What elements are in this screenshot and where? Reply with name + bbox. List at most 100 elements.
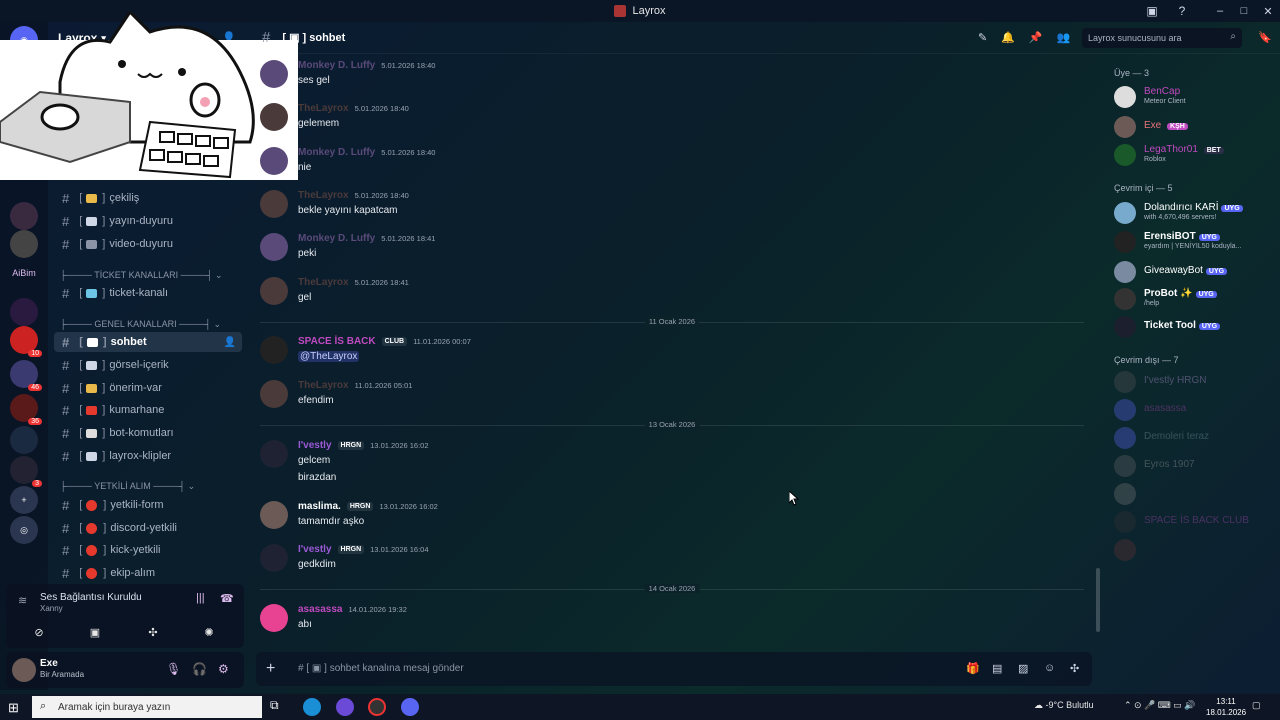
inbox-icon[interactable]: ▣ <box>1144 3 1160 19</box>
category-label: GENEL KANALLARI <box>94 319 177 329</box>
user-mention[interactable]: @TheLayrox <box>298 351 360 362</box>
member-list-icon[interactable]: 👥 <box>1057 31 1071 44</box>
screen-share-icon[interactable]: ▣ <box>86 624 104 640</box>
sticker-icon[interactable]: ▨ <box>1018 662 1028 675</box>
author-name[interactable]: Monkey D. Luffy <box>298 147 375 158</box>
member-item[interactable]: Dolandırıcı KARİ UYG with 4,670,496 server… <box>1114 200 1278 226</box>
member-item[interactable]: Eyros 1907 <box>1114 453 1278 479</box>
help-icon[interactable]: ? <box>1174 3 1190 19</box>
discord-icon[interactable] <box>401 698 419 716</box>
channel-item-sohbet[interactable]: #[] sohbet 👤 <box>54 332 242 352</box>
task-view-icon[interactable]: ⧉ <box>270 698 288 716</box>
category-genel[interactable]: ├──── GENEL KANALLARI ────┤ ⌄ <box>60 319 221 330</box>
emoji-icon[interactable]: ☺ <box>1044 662 1055 674</box>
apps-icon[interactable]: ✣ <box>1070 662 1079 675</box>
soundboard-icon[interactable]: ✺ <box>200 624 218 640</box>
member-item[interactable]: SPACE İS BACK CLUB <box>1114 509 1278 535</box>
noise-suppression-icon[interactable]: ||| <box>196 592 205 604</box>
member-item[interactable]: I'vestly HRGN <box>1114 369 1278 395</box>
server-icon[interactable] <box>10 230 38 258</box>
notifications-icon[interactable]: ▢ <box>1252 700 1261 711</box>
author-name[interactable]: TheLayrox <box>298 103 349 114</box>
clock[interactable]: 13:11 18.01.2026 <box>1206 696 1246 718</box>
threads-icon[interactable]: ✎ <box>978 31 987 44</box>
member-item[interactable]: GiveawayBot UYG <box>1114 259 1278 285</box>
channel-item[interactable]: #[] önerim-var <box>54 378 242 398</box>
message-composer[interactable]: + # [ ▣ ] sohbet kanalına mesaj gönder 🎁… <box>256 652 1092 686</box>
gif-icon[interactable]: ▤ <box>992 662 1002 675</box>
author-name[interactable]: I'vestly <box>298 440 332 451</box>
author-name[interactable]: maslima. <box>298 501 341 512</box>
member-item[interactable]: asasassa <box>1114 397 1278 423</box>
voice-status[interactable]: Ses Bağlantısı Kuruldu <box>40 592 142 603</box>
member-item[interactable]: ErensiBOT UYG eyardım | YENİYIL50 koduyla.… <box>1114 229 1278 255</box>
discover-icon[interactable]: ◎ <box>10 516 38 544</box>
settings-gear-icon[interactable]: ⚙ <box>218 662 229 676</box>
pin-icon[interactable]: 📌 <box>1029 31 1043 44</box>
chat-scrollbar[interactable] <box>1096 568 1100 632</box>
author-name[interactable]: TheLayrox <box>298 277 349 288</box>
member-item[interactable] <box>1114 481 1278 507</box>
channel-item[interactable]: #[] layrox-klipler <box>54 446 242 466</box>
disconnect-icon[interactable]: ☎ <box>220 592 234 605</box>
search-input[interactable]: Layrox sunucusunu ara ⌕ <box>1082 28 1242 48</box>
member-item[interactable]: BenCap Meteor Client <box>1114 84 1278 110</box>
channel-item[interactable]: #[] kick-yetkili <box>54 540 242 560</box>
channel-item[interactable]: #[] yayın-duyuru <box>54 211 242 231</box>
app-icon[interactable] <box>336 698 354 716</box>
windows-start-icon[interactable]: ⊞ <box>8 700 19 716</box>
server-icon[interactable]: 10 <box>10 326 42 357</box>
channel-item[interactable]: #[] ticket-kanalı <box>54 283 242 303</box>
member-item[interactable]: LegaThor01 BET Roblox <box>1114 142 1278 168</box>
app-icon[interactable] <box>368 698 386 716</box>
avatar[interactable] <box>12 658 36 682</box>
author-name[interactable]: TheLayrox <box>298 380 349 391</box>
edge-icon[interactable] <box>303 698 321 716</box>
category-ticket[interactable]: ├──── TİCKET KANALLARI ────┤ ⌄ <box>60 270 223 281</box>
camera-off-icon[interactable]: ⊘ <box>30 624 48 640</box>
channel-item[interactable]: #[] görsel-içerik <box>54 355 242 375</box>
channel-item[interactable]: #[] bot-komutları <box>54 423 242 443</box>
author-name[interactable]: TheLayrox <box>298 190 349 201</box>
member-item[interactable]: Demoleri teraz <box>1114 425 1278 451</box>
maximize-button[interactable]: □ <box>1232 0 1256 22</box>
author-name[interactable]: Monkey D. Luffy <box>298 60 375 71</box>
channel-item[interactable]: #[] çekiliş <box>54 188 242 208</box>
channel-item[interactable]: #[] video-duyuru <box>54 234 242 254</box>
voice-channel[interactable]: Xanny <box>40 604 63 613</box>
server-icon[interactable] <box>10 202 38 230</box>
author-name[interactable]: Monkey D. Luffy <box>298 233 375 244</box>
channel-item[interactable]: #[] discord-yetkili <box>54 518 242 538</box>
author-name[interactable]: SPACE İS BACK <box>298 336 376 347</box>
notification-bell-icon[interactable]: 🔔 <box>1001 31 1015 44</box>
taskbar-search[interactable]: ⌕ Aramak için buraya yazın <box>32 696 262 718</box>
gift-icon[interactable]: 🎁 <box>966 662 980 675</box>
microphone-icon[interactable]: 🎙 <box>166 662 181 676</box>
server-icon[interactable] <box>10 298 38 326</box>
add-server-icon[interactable]: + <box>10 486 38 514</box>
minimize-button[interactable]: – <box>1208 0 1232 22</box>
member-item[interactable]: Ticket Tool UYG <box>1114 314 1278 340</box>
server-icon[interactable] <box>10 426 38 454</box>
add-member-icon[interactable]: 👤 <box>224 337 236 348</box>
member-item[interactable]: Exe KŞH <box>1114 114 1278 140</box>
attach-plus-icon[interactable]: + <box>266 660 275 678</box>
author-name[interactable]: I'vestly <box>298 544 332 555</box>
system-tray-icons[interactable]: ⌃ ⊙ 🎤 ⌨ ▭ 🔊 <box>1124 700 1196 711</box>
headphones-icon[interactable]: 🎧 <box>192 662 207 676</box>
server-icon[interactable]: 46 <box>10 360 42 391</box>
category-yetkili[interactable]: ├──── YETKİLİ ALIM ────┤ ⌄ <box>60 481 195 492</box>
channel-item[interactable]: #[] kumarhane <box>54 400 242 420</box>
server-label[interactable]: AiBim <box>4 268 44 278</box>
server-icon[interactable]: 3 <box>10 456 42 487</box>
activities-icon[interactable]: ✣ <box>144 624 162 640</box>
bookmark-icon[interactable]: 🔖 <box>1258 31 1272 44</box>
member-item[interactable]: ProBot ✨ UYG/help <box>1114 286 1278 312</box>
member-item[interactable] <box>1114 537 1278 563</box>
close-button[interactable]: ✕ <box>1256 0 1280 22</box>
weather[interactable]: ☁ -9°C Bulutlu <box>1034 700 1094 711</box>
channel-item[interactable]: #[] ekip-alım <box>54 563 242 583</box>
server-icon[interactable]: 36 <box>10 394 42 425</box>
author-name[interactable]: asasassa <box>298 604 343 615</box>
channel-item[interactable]: #[] yetkili-form <box>54 495 242 515</box>
